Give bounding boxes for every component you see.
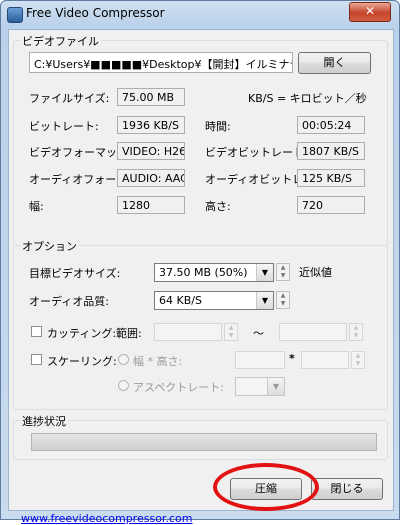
height-label: 高さ: bbox=[205, 200, 231, 213]
duration-value: 00:05:24 bbox=[297, 116, 365, 134]
scaling-label: スケーリング: bbox=[47, 355, 117, 368]
file-path-field[interactable]: C:¥Users¥■■■■■¥Desktop¥【開封】イルミナティカード bbox=[29, 52, 293, 73]
target-size-dropdown[interactable]: 37.50 MB (50%) ▼ bbox=[154, 263, 274, 282]
cutting-checkbox[interactable] bbox=[31, 326, 42, 337]
app-window: Free Video Compressor ✕ ビデオファイル C:¥Users… bbox=[0, 0, 400, 525]
times-sign: * bbox=[289, 352, 295, 365]
audio-quality-label: オーディオ品質: bbox=[29, 295, 109, 308]
close-window-button[interactable]: ✕ bbox=[349, 2, 391, 22]
file-size-label: ファイルサイズ: bbox=[29, 92, 110, 105]
file-size-value: 75.00 MB bbox=[117, 88, 185, 106]
open-button[interactable]: 開く bbox=[298, 52, 371, 74]
title-bar: Free Video Compressor ✕ bbox=[1, 1, 399, 27]
video-format-value: VIDEO: H264 bbox=[117, 142, 185, 160]
video-bitrate-value: 1807 KB/S bbox=[297, 142, 365, 160]
progress-bar bbox=[31, 433, 377, 451]
options-group-label: オプション bbox=[20, 238, 79, 254]
range-separator: ～ bbox=[253, 327, 264, 340]
scale-height-spinner[interactable]: ▲ ▼ bbox=[351, 351, 365, 369]
audio-quality-value: 64 KB/S bbox=[159, 294, 202, 307]
aspect-ratio-radio[interactable] bbox=[118, 380, 129, 391]
video-bitrate-label: ビデオビットレート: bbox=[205, 146, 308, 159]
app-icon bbox=[7, 7, 23, 23]
scale-width-field[interactable] bbox=[235, 351, 285, 369]
chevron-down-icon: ▼ bbox=[256, 264, 273, 281]
range-end-field[interactable] bbox=[279, 323, 347, 341]
close-button[interactable]: 閉じる bbox=[311, 478, 383, 500]
duration-label: 時間: bbox=[205, 120, 231, 133]
approx-label: 近似値 bbox=[299, 266, 332, 279]
website-link[interactable]: www.freevideocompressor.com bbox=[21, 512, 192, 525]
scale-height-field[interactable] bbox=[301, 351, 349, 369]
audio-quality-dropdown[interactable]: 64 KB/S ▼ bbox=[154, 291, 274, 310]
width-height-radio[interactable] bbox=[118, 354, 129, 365]
aspect-ratio-label: アスペクトレート: bbox=[133, 381, 224, 394]
target-size-spinner[interactable]: ▲ ▼ bbox=[276, 263, 290, 281]
range-start-spinner[interactable]: ▲ ▼ bbox=[224, 323, 238, 341]
video-file-group-label: ビデオファイル bbox=[20, 33, 101, 49]
client-area: ビデオファイル C:¥Users¥■■■■■¥Desktop¥【開封】イルミナテ… bbox=[8, 29, 394, 525]
range-label: 範囲: bbox=[116, 327, 142, 340]
progress-group-label: 進捗状況 bbox=[20, 413, 68, 429]
target-size-label: 目標ビデオサイズ: bbox=[29, 267, 121, 280]
width-value: 1280 bbox=[117, 196, 185, 214]
range-start-field[interactable] bbox=[154, 323, 222, 341]
audio-format-value: AUDIO: AAC bbox=[117, 169, 185, 187]
window-title: Free Video Compressor bbox=[26, 6, 165, 20]
chevron-down-icon: ▼ bbox=[267, 378, 284, 395]
height-value: 720 bbox=[297, 196, 365, 214]
unit-note: KB/S = キロビット／秒 bbox=[248, 92, 367, 105]
audio-quality-spinner[interactable]: ▲ ▼ bbox=[276, 291, 290, 309]
scaling-checkbox[interactable] bbox=[31, 354, 42, 365]
chevron-down-icon: ▼ bbox=[256, 292, 273, 309]
target-size-value: 37.50 MB (50%) bbox=[159, 266, 248, 279]
width-label: 幅: bbox=[29, 200, 44, 213]
width-height-label: 幅 * 高さ: bbox=[133, 355, 183, 368]
audio-bitrate-value: 125 KB/S bbox=[297, 169, 365, 187]
bitrate-label: ビットレート: bbox=[29, 120, 99, 133]
bitrate-value: 1936 KB/S bbox=[117, 116, 185, 134]
aspect-ratio-dropdown[interactable]: ▼ bbox=[235, 377, 285, 396]
cutting-label: カッティング: bbox=[47, 327, 117, 340]
compress-button[interactable]: 圧縮 bbox=[230, 478, 302, 500]
range-end-spinner[interactable]: ▲ ▼ bbox=[349, 323, 363, 341]
